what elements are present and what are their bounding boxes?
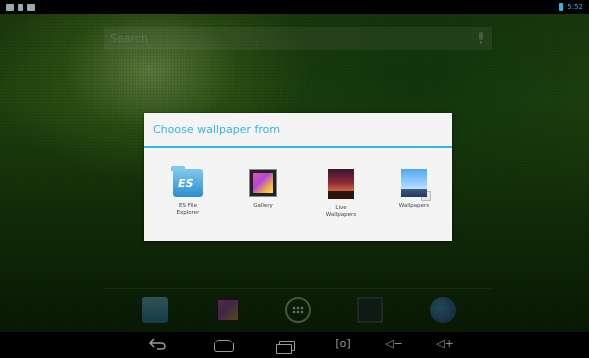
option-label-line1: Live xyxy=(335,205,347,211)
option-label: Wallpapers xyxy=(398,203,430,209)
option-label-line2: Explorer xyxy=(176,210,200,216)
clock: 5:52 xyxy=(567,3,583,11)
gallery-icon xyxy=(249,169,277,197)
volume-down-icon[interactable]: ◁− xyxy=(385,337,403,353)
home-icon[interactable] xyxy=(212,337,236,353)
option-label: Gallery xyxy=(253,203,273,209)
screenshot-icon[interactable]: [o] xyxy=(332,337,354,353)
option-es-file-explorer[interactable]: ES File Explorer xyxy=(158,166,218,217)
wallpapers-icon xyxy=(401,169,430,200)
option-gallery[interactable]: Gallery xyxy=(233,169,293,210)
option-label: Live Wallpapers xyxy=(311,205,371,219)
option-label-line1: ES File xyxy=(179,203,197,209)
image-icon xyxy=(6,3,14,11)
status-bar: 5:52 xyxy=(0,0,589,14)
option-label: ES File Explorer xyxy=(158,203,218,217)
question-icon xyxy=(18,3,23,11)
android-home-screen: Search 5:52 Choose wallpaper from ES Fil… xyxy=(0,0,589,358)
dialog-title-divider xyxy=(144,146,452,148)
option-label-line2: Wallpapers xyxy=(325,212,357,218)
volume-up-icon[interactable]: ◁+ xyxy=(436,337,454,353)
live-wallpapers-icon xyxy=(328,169,354,199)
option-live-wallpapers[interactable]: Live Wallpapers xyxy=(311,169,371,219)
back-icon[interactable] xyxy=(148,337,168,353)
wallpaper-source-list: ES File Explorer Gallery Live Wallpapers… xyxy=(144,166,452,239)
navigation-bar: [o] ◁− ◁+ xyxy=(0,332,589,358)
choose-wallpaper-dialog: Choose wallpaper from ES File Explorer G… xyxy=(144,113,452,241)
recent-apps-icon[interactable] xyxy=(275,337,297,354)
es-file-explorer-icon xyxy=(171,166,203,197)
dialog-title: Choose wallpaper from xyxy=(153,123,281,136)
battery-icon xyxy=(559,3,564,11)
option-wallpapers[interactable]: Wallpapers xyxy=(384,169,444,210)
chat-icon xyxy=(27,3,35,11)
